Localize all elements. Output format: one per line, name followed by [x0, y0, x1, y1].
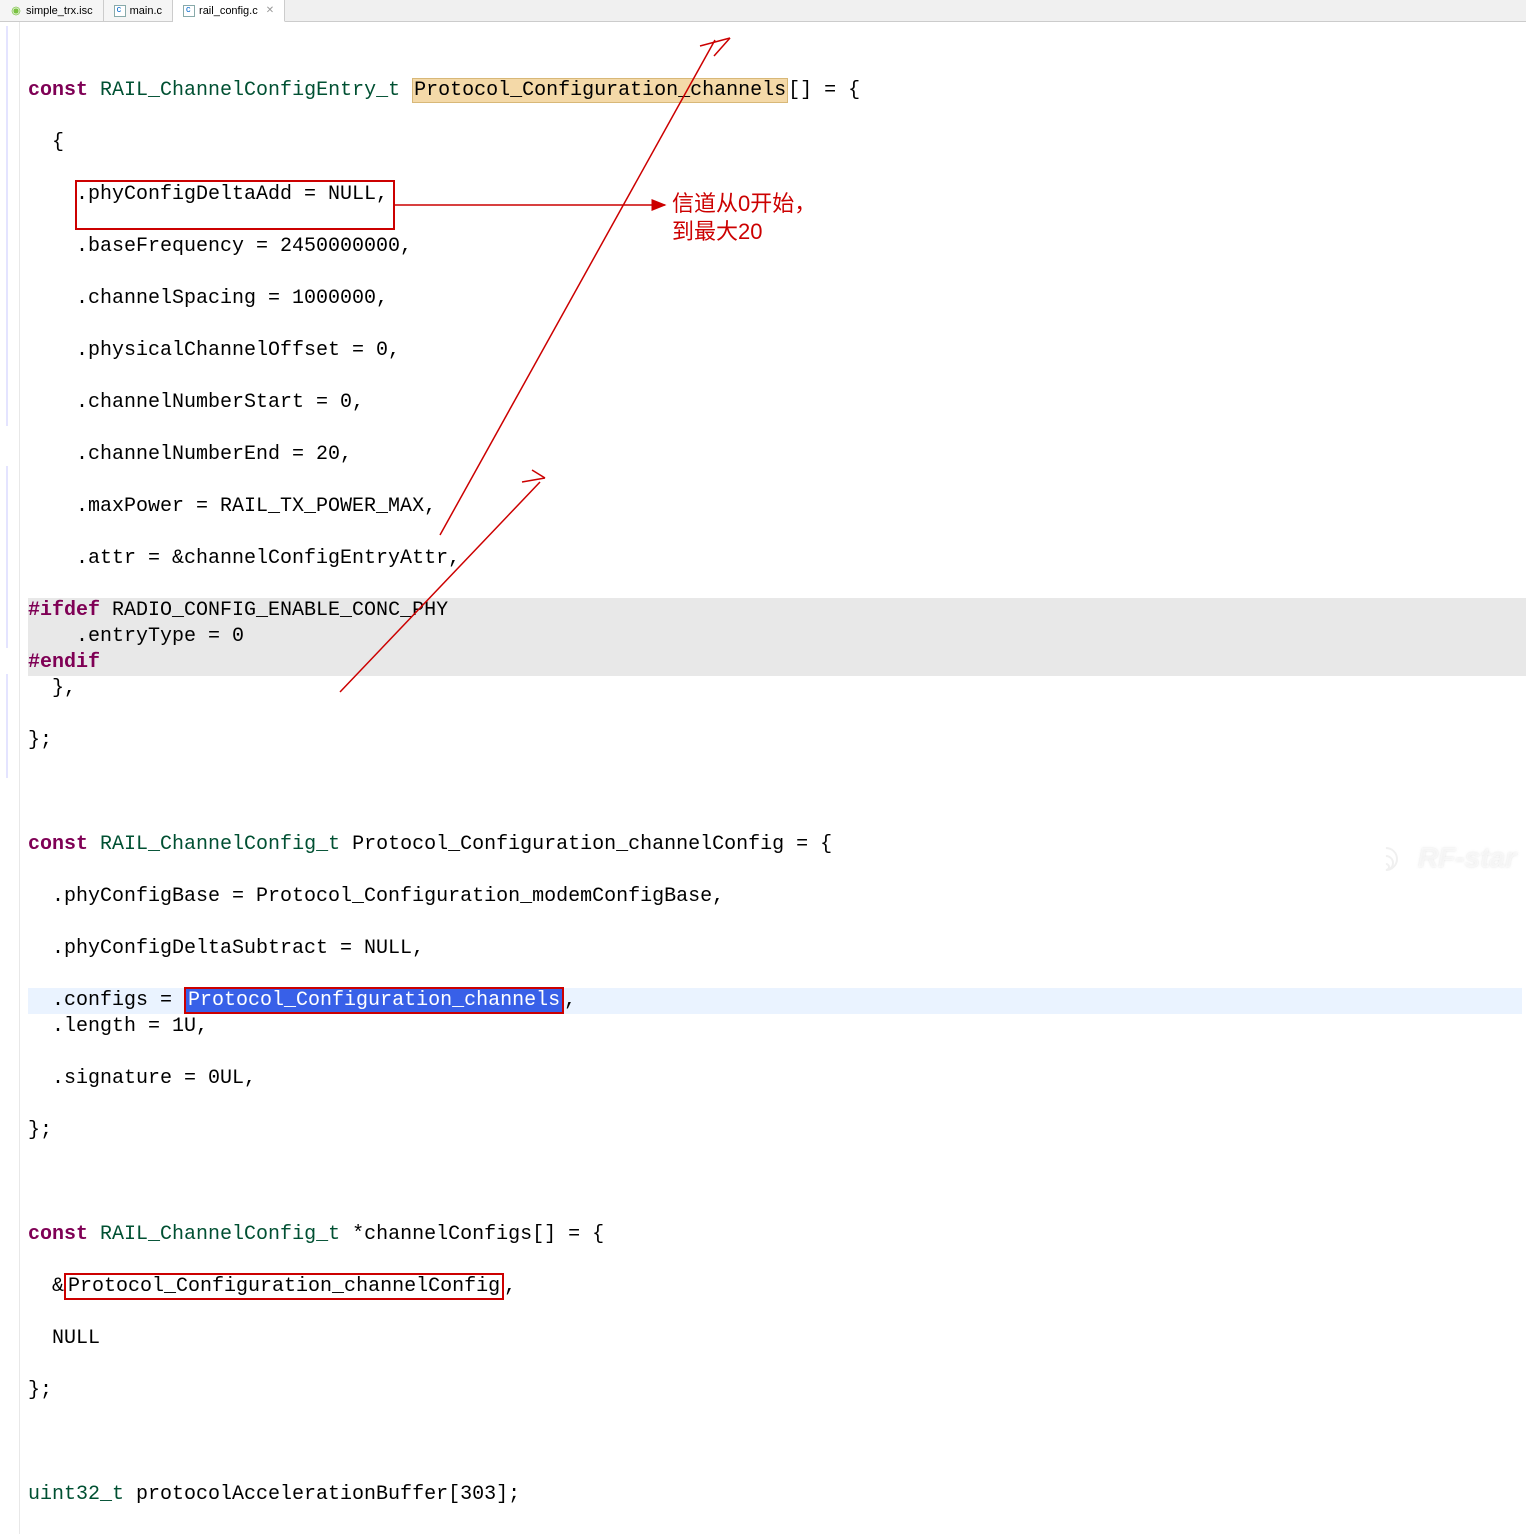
boxed-identifier: Protocol_Configuration_channelConfig [64, 1273, 504, 1300]
annotation-box-channels [75, 180, 395, 230]
code-line: uint32_t protocolAccelerationBuffer[303]… [28, 1482, 1526, 1508]
tab-label: simple_trx.isc [26, 5, 93, 17]
code-line: }, [28, 676, 1526, 702]
ifdef-line: #ifdef RADIO_CONFIG_ENABLE_CONC_PHY [28, 598, 1526, 624]
code-editor[interactable]: const RAIL_ChannelConfigEntry_t Protocol… [0, 22, 1526, 1534]
tab-label: main.c [130, 5, 162, 17]
code-line: .attr = &channelConfigEntryAttr, [28, 546, 1526, 572]
code-line: NULL [28, 1326, 1526, 1352]
blank-line [28, 1430, 1526, 1456]
code-line: }; [28, 728, 1526, 754]
gutter [0, 22, 20, 1534]
c-file-icon [183, 5, 195, 17]
code-line: .phyConfigBase = Protocol_Configuration_… [28, 884, 1526, 910]
code-line: const RAIL_ChannelConfig_t Protocol_Conf… [28, 832, 1526, 858]
code-line: const RAIL_ChannelConfigEntry_t Protocol… [28, 78, 1526, 104]
code-line: .phyConfigDeltaSubtract = NULL, [28, 936, 1526, 962]
code-line: }; [28, 1118, 1526, 1144]
rf-signal-icon [1382, 843, 1412, 873]
code-line: const RAIL_ChannelConfig_t *channelConfi… [28, 1222, 1526, 1248]
selected-identifier: Protocol_Configuration_channels [184, 987, 564, 1014]
code-line: &Protocol_Configuration_channelConfig, [28, 1274, 1526, 1300]
isc-icon [10, 5, 22, 17]
endif-line: #endif [28, 650, 1526, 676]
tab-label: rail_config.c [199, 5, 258, 17]
blank-line [28, 780, 1526, 806]
code-line: .channelSpacing = 1000000, [28, 286, 1526, 312]
tab-simple-trx[interactable]: simple_trx.isc [0, 0, 104, 21]
code-line: .length = 1U, [28, 1014, 1526, 1040]
tab-main-c[interactable]: main.c [104, 0, 173, 21]
code-line: }; [28, 1378, 1526, 1404]
code-line: .channelNumberStart = 0, [28, 390, 1526, 416]
current-line: .configs = Protocol_Configuration_channe… [28, 988, 1522, 1014]
editor-tabs: simple_trx.isc main.c rail_config.c ✕ [0, 0, 1526, 22]
watermark: RF-star [1382, 842, 1516, 874]
code-line: .maxPower = RAIL_TX_POWER_MAX, [28, 494, 1526, 520]
highlight-identifier-1: Protocol_Configuration_channels [412, 78, 788, 103]
annotation-text: 信道从0开始， 到最大20 [672, 190, 816, 246]
code-line: { [28, 130, 1526, 156]
tab-rail-config-c[interactable]: rail_config.c ✕ [173, 0, 285, 22]
close-icon[interactable]: ✕ [266, 5, 274, 16]
code-line: .entryType = 0 [28, 624, 1526, 650]
code-line: .channelNumberEnd = 20, [28, 442, 1526, 468]
code-line: .signature = 0UL, [28, 1066, 1526, 1092]
c-file-icon [114, 5, 126, 17]
code-line: .physicalChannelOffset = 0, [28, 338, 1526, 364]
blank-line [28, 1170, 1526, 1196]
